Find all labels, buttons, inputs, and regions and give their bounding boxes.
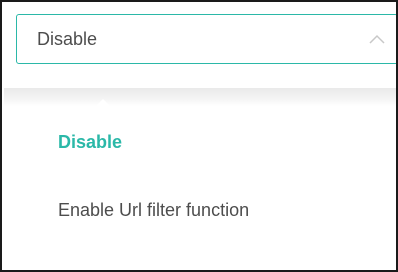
url-filter-select-widget: Disable Disable Enable Url filter functi… <box>0 0 398 272</box>
dropdown-menu: Disable Enable Url filter function <box>4 108 396 244</box>
dropdown-caret-icon <box>94 99 112 108</box>
chevron-up-icon[interactable] <box>357 14 396 64</box>
select-current-value: Disable <box>37 28 98 49</box>
option-disable[interactable]: Disable <box>4 108 396 176</box>
option-enable-url-filter[interactable]: Enable Url filter function <box>4 176 396 244</box>
dropdown-top-shadow <box>4 88 396 106</box>
url-filter-select[interactable]: Disable <box>16 14 396 64</box>
